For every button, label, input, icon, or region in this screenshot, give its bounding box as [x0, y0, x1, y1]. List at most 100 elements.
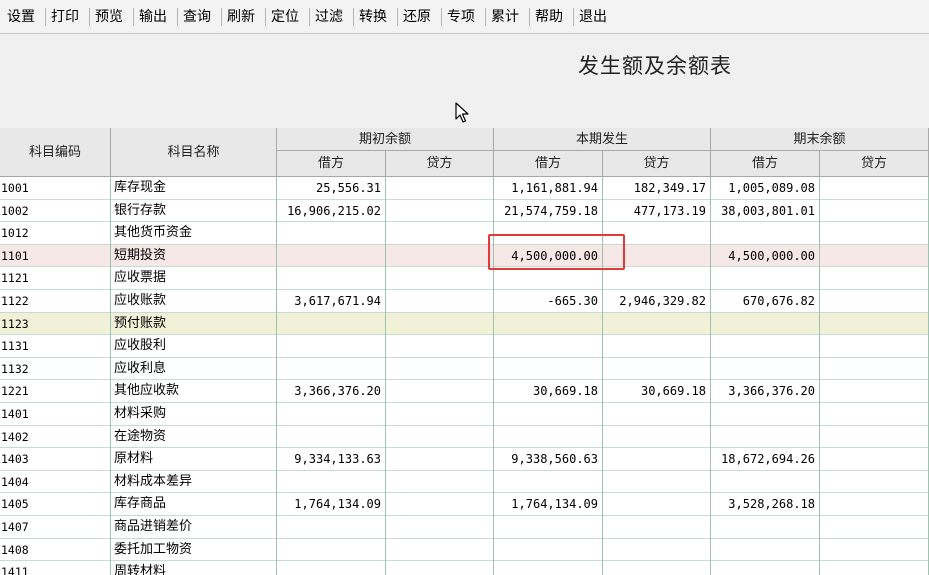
cell-period-credit[interactable] — [603, 267, 711, 290]
table-row[interactable]: 1012 其他货币资金 — [0, 222, 929, 245]
cell-open-credit[interactable] — [386, 177, 494, 200]
cell-close-debit[interactable]: 38,003,801.01 — [711, 199, 820, 223]
cell-close-debit[interactable] — [711, 403, 820, 426]
cell-code[interactable]: 1407 — [0, 516, 111, 539]
cell-close-debit[interactable] — [711, 222, 820, 245]
cell-period-credit[interactable] — [603, 448, 711, 471]
cell-close-debit[interactable]: 1,005,089.08 — [711, 177, 820, 200]
cell-name[interactable]: 银行存款 — [111, 199, 277, 223]
cell-close-credit[interactable] — [820, 244, 929, 268]
table-row[interactable]: 1407 商品进销差价 — [0, 516, 929, 539]
cell-period-credit[interactable]: 2,946,329.82 — [603, 290, 711, 313]
cell-close-debit[interactable]: 18,672,694.26 — [711, 448, 820, 471]
cell-name[interactable]: 库存现金 — [111, 177, 277, 200]
cell-code[interactable]: 1408 — [0, 538, 111, 562]
cell-open-debit[interactable]: 3,366,376.20 — [277, 380, 386, 403]
cell-period-credit[interactable] — [603, 516, 711, 539]
cell-period-debit[interactable] — [494, 267, 603, 290]
table-row[interactable]: 1121 应收票据 — [0, 267, 929, 290]
cell-open-debit[interactable] — [277, 538, 386, 562]
cell-open-credit[interactable] — [386, 290, 494, 313]
cell-name[interactable]: 应收账款 — [111, 290, 277, 313]
cell-open-debit[interactable] — [277, 244, 386, 268]
cell-code[interactable]: 1001 — [0, 177, 111, 200]
cell-period-debit[interactable]: -665.30 — [494, 290, 603, 313]
cell-open-credit[interactable] — [386, 470, 494, 494]
cell-code[interactable]: 1122 — [0, 290, 111, 313]
cell-name[interactable]: 短期投资 — [111, 244, 277, 268]
cell-open-debit[interactable]: 3,617,671.94 — [277, 290, 386, 313]
cell-close-credit[interactable] — [820, 470, 929, 494]
cell-close-credit[interactable] — [820, 425, 929, 449]
cell-name[interactable]: 委托加工物资 — [111, 538, 277, 562]
cell-period-debit[interactable] — [494, 335, 603, 358]
cell-period-debit[interactable] — [494, 403, 603, 426]
cell-open-debit[interactable] — [277, 267, 386, 290]
toolbar-cumulative-button[interactable]: 累计 — [489, 5, 521, 29]
toolbar-locate-button[interactable]: 定位 — [269, 5, 301, 29]
cell-period-credit[interactable]: 182,349.17 — [603, 177, 711, 200]
col-header-period-credit[interactable]: 贷方 — [603, 151, 711, 177]
col-header-open-credit[interactable]: 贷方 — [386, 151, 494, 177]
table-row[interactable]: 1123 预付账款 — [0, 312, 929, 336]
toolbar-preview-button[interactable]: 预览 — [93, 5, 125, 29]
cell-close-credit[interactable] — [820, 538, 929, 562]
cell-close-credit[interactable] — [820, 290, 929, 313]
cell-close-debit[interactable] — [711, 267, 820, 290]
cell-close-debit[interactable]: 670,676.82 — [711, 290, 820, 313]
cell-close-debit[interactable] — [711, 335, 820, 358]
cell-code[interactable]: 1131 — [0, 335, 111, 358]
cell-open-debit[interactable]: 9,334,133.63 — [277, 448, 386, 471]
cell-open-credit[interactable] — [386, 493, 494, 516]
table-row[interactable]: 1408 委托加工物资 — [0, 538, 929, 562]
cell-close-credit[interactable] — [820, 357, 929, 381]
table-row[interactable]: 1411 周转材料 — [0, 561, 929, 575]
cell-close-credit[interactable] — [820, 561, 929, 575]
cell-open-credit[interactable] — [386, 244, 494, 268]
cell-close-credit[interactable] — [820, 222, 929, 245]
cell-period-credit[interactable] — [603, 357, 711, 381]
cell-period-credit[interactable] — [603, 425, 711, 449]
cell-name[interactable]: 原材料 — [111, 448, 277, 471]
cell-period-credit[interactable] — [603, 335, 711, 358]
cell-open-debit[interactable] — [277, 222, 386, 245]
cell-close-credit[interactable] — [820, 380, 929, 403]
cell-open-debit[interactable] — [277, 425, 386, 449]
cell-period-debit[interactable] — [494, 470, 603, 494]
cell-name[interactable]: 材料成本差异 — [111, 470, 277, 494]
cell-open-debit[interactable] — [277, 470, 386, 494]
cell-code[interactable]: 1221 — [0, 380, 111, 403]
toolbar-refresh-button[interactable]: 刷新 — [225, 5, 257, 29]
cell-period-debit[interactable] — [494, 357, 603, 381]
cell-close-debit[interactable] — [711, 516, 820, 539]
toolbar-print-button[interactable]: 打印 — [49, 5, 81, 29]
cell-close-credit[interactable] — [820, 312, 929, 336]
cell-code[interactable]: 1411 — [0, 561, 111, 575]
cell-period-debit[interactable] — [494, 561, 603, 575]
cell-name[interactable]: 库存商品 — [111, 493, 277, 516]
toolbar-help-button[interactable]: 帮助 — [533, 5, 565, 29]
cell-close-debit[interactable]: 3,366,376.20 — [711, 380, 820, 403]
cell-name[interactable]: 其他货币资金 — [111, 222, 277, 245]
cell-close-credit[interactable] — [820, 493, 929, 516]
col-header-name[interactable]: 科目名称 — [111, 128, 277, 177]
cell-period-debit[interactable] — [494, 425, 603, 449]
cell-close-debit[interactable] — [711, 561, 820, 575]
cell-close-credit[interactable] — [820, 448, 929, 471]
cell-name[interactable]: 预付账款 — [111, 312, 277, 336]
cell-period-credit[interactable] — [603, 312, 711, 336]
cell-close-debit[interactable]: 3,528,268.18 — [711, 493, 820, 516]
cell-open-credit[interactable] — [386, 222, 494, 245]
cell-code[interactable]: 1403 — [0, 448, 111, 471]
cell-name[interactable]: 应收票据 — [111, 267, 277, 290]
cell-code[interactable]: 1402 — [0, 425, 111, 449]
toolbar-filter-button[interactable]: 过滤 — [313, 5, 345, 29]
cell-name[interactable]: 周转材料 — [111, 561, 277, 575]
cell-close-credit[interactable] — [820, 267, 929, 290]
cell-open-debit[interactable] — [277, 312, 386, 336]
table-row[interactable]: 1404 材料成本差异 — [0, 470, 929, 494]
cell-open-credit[interactable] — [386, 425, 494, 449]
cell-code[interactable]: 1123 — [0, 312, 111, 336]
cell-close-credit[interactable] — [820, 516, 929, 539]
table-row[interactable]: 1221 其他应收款 3,366,376.20 30,669.18 30,669.18 3… — [0, 380, 929, 403]
